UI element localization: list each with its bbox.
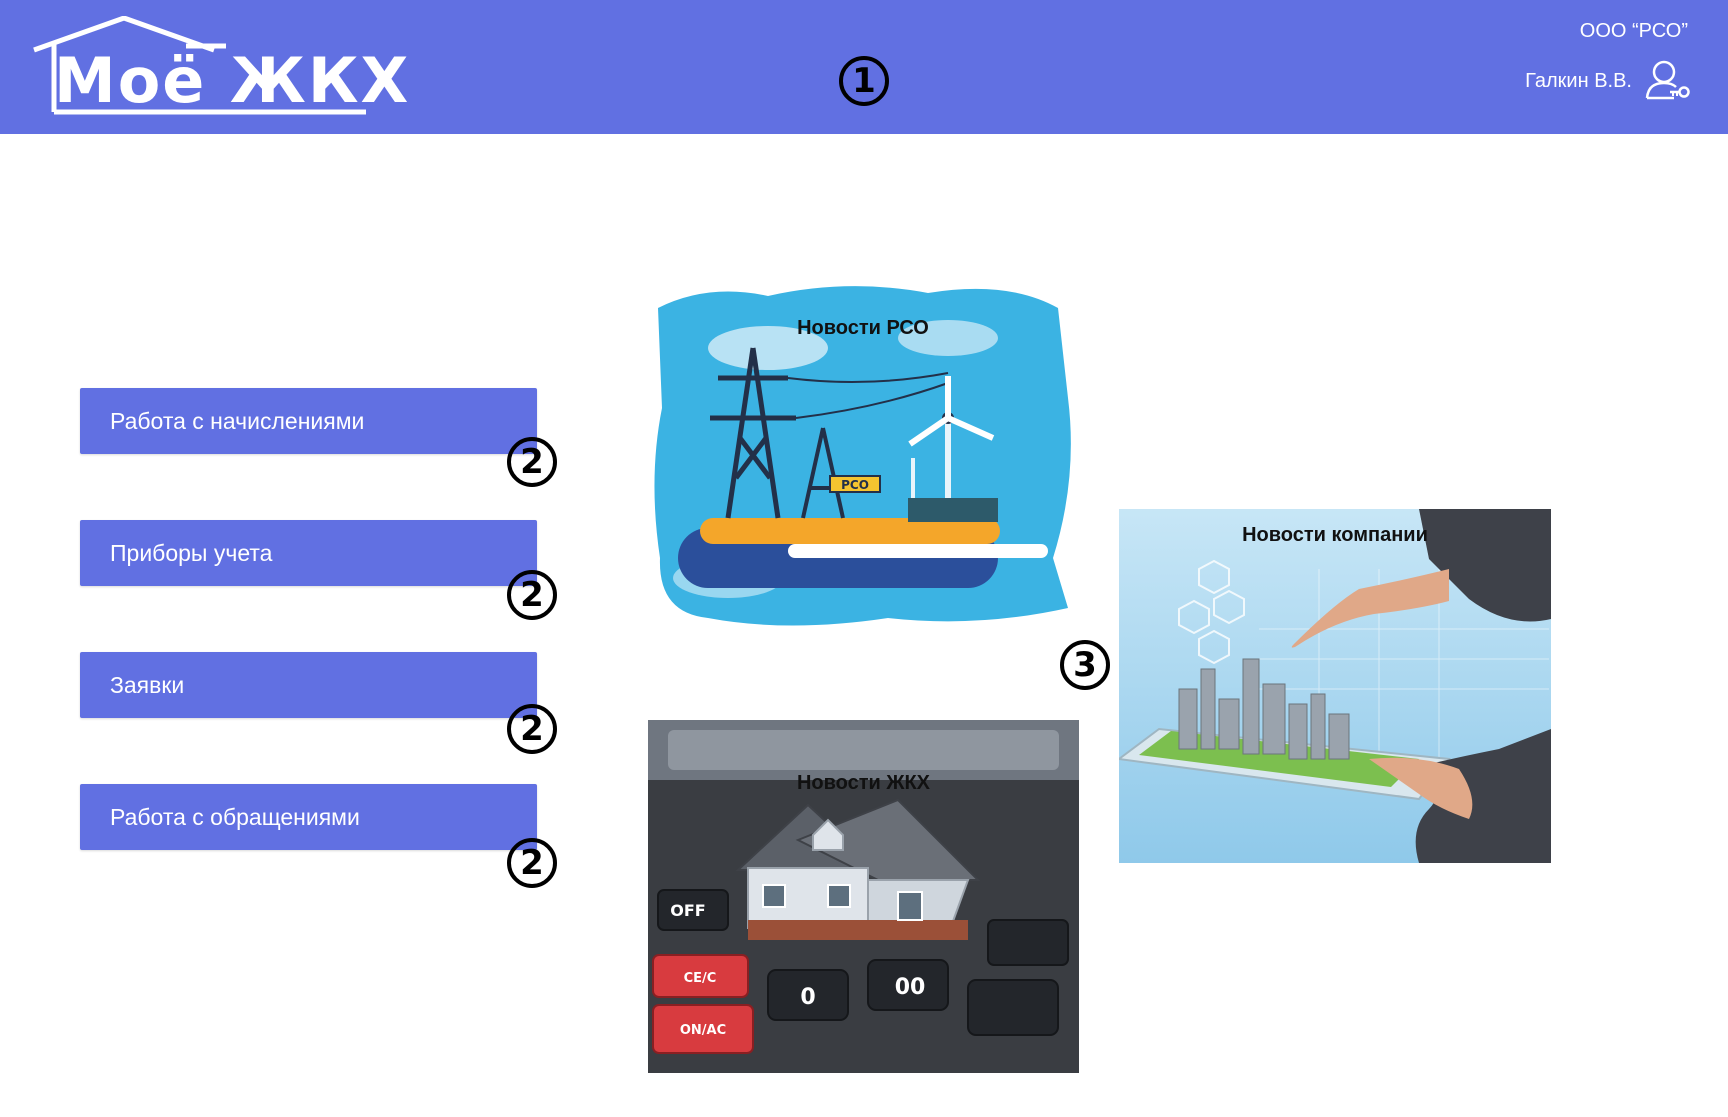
calculator-off-key: OFF bbox=[670, 901, 705, 920]
callout-marker-2a: 2 bbox=[507, 437, 557, 487]
hand-city-illustration bbox=[1119, 509, 1551, 863]
app-header: Моё ЖКХ 1 ООО “РСО” Галкин В.В. bbox=[0, 0, 1728, 134]
news-title-rso: Новости РСО bbox=[797, 317, 929, 339]
app-logo[interactable]: Моё ЖКХ bbox=[32, 16, 408, 116]
calculator-double-zero-key: 00 bbox=[895, 975, 926, 1000]
callout-marker-2c: 2 bbox=[507, 704, 557, 754]
menu-button-meters[interactable]: Приборы учета bbox=[80, 520, 537, 586]
menu-button-appeals[interactable]: Работа с обращениями bbox=[80, 784, 537, 850]
news-card-rso[interactable]: РСО Новости РСО bbox=[648, 278, 1078, 633]
organization-name: ООО “РСО” bbox=[1579, 20, 1688, 42]
callout-marker-1: 1 bbox=[839, 56, 889, 106]
menu-button-charges[interactable]: Работа с начислениями bbox=[80, 388, 537, 454]
user-name[interactable]: Галкин В.В. bbox=[1525, 70, 1632, 93]
callout-marker-2d: 2 bbox=[507, 838, 557, 888]
news-card-company[interactable]: Новости компании bbox=[1119, 509, 1551, 863]
user-key-icon[interactable] bbox=[1644, 58, 1690, 102]
calculator-ce-key: CE/C bbox=[684, 971, 717, 986]
menu-button-requests[interactable]: Заявки bbox=[80, 652, 537, 718]
calculator-on-key: ON/AC bbox=[680, 1023, 726, 1038]
news-card-zhkh[interactable]: OFF CE/C ON/AC 0 00 Новости ЖКХ bbox=[648, 720, 1079, 1073]
logo-text: Моё ЖКХ bbox=[54, 44, 411, 117]
callout-marker-3: 3 bbox=[1060, 640, 1110, 690]
news-title-zhkh: Новости ЖКХ bbox=[796, 772, 931, 794]
calculator-zero-key: 0 bbox=[800, 985, 815, 1010]
rso-sign-label: РСО bbox=[841, 478, 869, 492]
news-title-company: Новости компании bbox=[1242, 524, 1428, 546]
callout-marker-2b: 2 bbox=[507, 570, 557, 620]
